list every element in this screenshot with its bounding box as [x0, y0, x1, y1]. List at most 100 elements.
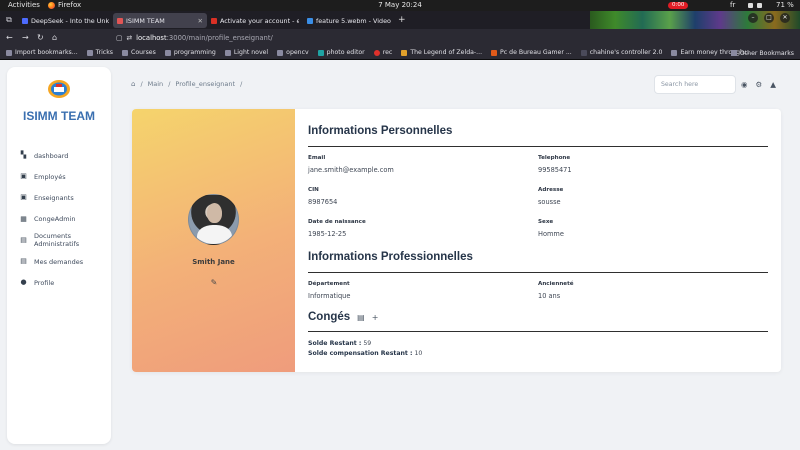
bookmark-label: The Legend of Zelda-...: [410, 49, 483, 56]
bookmark-label: Light novel: [233, 49, 269, 56]
sidebar-item-mes-demandes[interactable]: ▤ Mes demandes: [20, 251, 110, 272]
close-window-icon[interactable]: ✕: [780, 13, 790, 23]
reload-icon[interactable]: ↻: [37, 33, 44, 42]
forward-icon[interactable]: →: [22, 33, 29, 42]
bookmark-label: Import bookmarks...: [15, 49, 78, 56]
sidebar-item-label: CongeAdmin: [34, 215, 76, 224]
recording-indicator[interactable]: 0:00: [668, 2, 689, 9]
field-value-birthdate: 1985-12-25: [308, 230, 347, 238]
tab-isimm[interactable]: ISIMM TEAM ✕: [113, 13, 207, 28]
maximize-icon[interactable]: □: [764, 13, 774, 23]
sidebar-item-employes[interactable]: ▣ Employés: [20, 166, 110, 187]
account-icon[interactable]: ◉: [741, 80, 748, 89]
home-icon[interactable]: ⌂: [131, 80, 135, 88]
folder-icon: [122, 49, 128, 56]
window-controls: – □ ✕: [748, 13, 790, 23]
sidebar-item-profile[interactable]: ● Profile: [20, 272, 110, 293]
sidebar-item-documents[interactable]: ▤ Documents Administratifs: [20, 230, 110, 251]
page-info-icon[interactable]: ▢: [116, 34, 122, 42]
tab-activate[interactable]: Activate your account - e: [207, 13, 303, 28]
bookmark-label: photo editor: [326, 49, 365, 56]
tab-title: Activate your account - e: [220, 16, 299, 25]
document-icon: ▤: [20, 235, 27, 244]
sidebar-item-label: Profile: [34, 278, 55, 287]
url-path: :3000/main/profile_enseignant/: [166, 33, 273, 42]
navigation-toolbar: ← → ↻ ⌂ ▢ ⇄ localhost:3000/main/profile_…: [0, 29, 800, 46]
network-icon: [748, 3, 753, 8]
tab-deepseek[interactable]: DeepSeek - Into the Unkn: [18, 13, 113, 28]
bookmark-item[interactable]: The Legend of Zelda-...: [401, 49, 482, 56]
volume-icon: [757, 3, 762, 8]
bookmark-item[interactable]: Courses: [122, 49, 156, 56]
home-icon[interactable]: ⌂: [52, 33, 57, 42]
sidebar: ISIMM TEAM ▚ dashboard ▣ Employés ▣ Enseign…: [7, 67, 111, 444]
shop-icon: [491, 49, 498, 56]
sidebar-item-label: Mes demandes: [34, 257, 84, 266]
rec-icon: [373, 49, 380, 56]
tab-title: feature 5.webm - Video: [316, 16, 391, 25]
tab-title: ISIMM TEAM: [126, 16, 165, 25]
minimize-icon[interactable]: –: [748, 13, 758, 23]
page-content: ISIMM TEAM ▚ dashboard ▣ Employés ▣ Enseign…: [0, 61, 800, 450]
sidebar-item-dashboard[interactable]: ▚ dashboard: [20, 145, 110, 166]
bookmark-item[interactable]: chahine's controller 2.0: [580, 49, 663, 56]
new-tab-icon[interactable]: +: [398, 15, 406, 25]
bookmark-label: Other Bookmarks: [739, 49, 794, 57]
bookmark-item[interactable]: Pc de Bureau Gamer ...: [491, 49, 572, 56]
edit-icon[interactable]: ✎: [209, 278, 219, 288]
video-favicon-icon: [307, 17, 313, 24]
field-value-cin: 8987654: [308, 198, 338, 206]
isimm-favicon-icon: [117, 17, 123, 24]
folder-icon: [730, 50, 737, 56]
bookmark-item[interactable]: opencv: [277, 49, 309, 56]
sidebar-item-congeadmin[interactable]: ▦ CongeAdmin: [20, 209, 110, 230]
system-tray[interactable]: [748, 0, 762, 11]
bookmark-item[interactable]: photo editor: [317, 49, 365, 56]
add-icon[interactable]: +: [372, 313, 379, 322]
search-input[interactable]: Search here: [654, 75, 736, 94]
deepseek-favicon-icon: [22, 17, 28, 24]
bookmark-item[interactable]: rec: [373, 49, 393, 56]
field-label: CIN: [308, 187, 319, 193]
bookmark-item[interactable]: programming: [164, 49, 216, 56]
bookmark-label: programming: [173, 49, 216, 56]
bookmarks-toolbar: Import bookmarks... Tricks Courses progr…: [0, 46, 800, 60]
requests-icon: ▤: [20, 257, 27, 266]
bookmark-item[interactable]: Tricks: [86, 49, 113, 56]
solde-label: Solde Restant :: [308, 340, 362, 347]
bookmark-item[interactable]: Light novel: [224, 49, 269, 56]
back-icon[interactable]: ←: [6, 33, 13, 42]
sidebar-nav: ▚ dashboard ▣ Employés ▣ Enseignants ▦ Conge…: [20, 145, 110, 293]
gmail-favicon-icon: [211, 17, 217, 24]
isimm-logo: [48, 80, 70, 98]
import-icon: [6, 49, 12, 56]
breadcrumb-main[interactable]: Main: [148, 80, 164, 88]
field-value-departement: Informatique: [308, 292, 351, 300]
folder-icon: [164, 49, 171, 56]
bookmark-label: rec: [382, 49, 393, 56]
keyboard-layout[interactable]: fr: [730, 0, 735, 11]
tab-video[interactable]: feature 5.webm - Video: [303, 13, 395, 28]
solde-comp-label: Solde compensation Restant :: [308, 350, 413, 357]
sidebar-item-label: Enseignants: [34, 193, 74, 202]
tab-list-icon[interactable]: ⧉: [4, 15, 14, 25]
dashboard-icon: ▚: [20, 151, 27, 160]
section-title-professional: Informations Professionnelles: [308, 251, 473, 263]
calendar-icon: ▦: [20, 214, 27, 223]
sidebar-item-enseignants[interactable]: ▣ Enseignants: [20, 187, 110, 208]
teachers-icon: ▣: [20, 193, 27, 202]
folder-icon: [86, 49, 93, 56]
url-bar[interactable]: ▢ ⇄ localhost:3000/main/profile_enseigna…: [116, 31, 476, 44]
field-label: Telephone: [538, 155, 571, 161]
bell-icon[interactable]: ▲: [770, 80, 776, 89]
bookmark-label: Tricks: [95, 49, 113, 56]
solde-comp-value: 10: [414, 350, 423, 357]
battery-level[interactable]: 71 %: [776, 0, 794, 11]
bookmark-label: opencv: [286, 49, 309, 56]
bookmark-item[interactable]: Import bookmarks...: [6, 49, 78, 56]
bookmark-label: chahine's controller 2.0: [589, 49, 663, 56]
other-bookmarks[interactable]: Other Bookmarks: [730, 46, 794, 60]
gear-icon[interactable]: ⚙: [756, 80, 763, 89]
list-icon[interactable]: ▤: [357, 313, 365, 322]
close-tab-icon[interactable]: ✕: [198, 17, 203, 25]
